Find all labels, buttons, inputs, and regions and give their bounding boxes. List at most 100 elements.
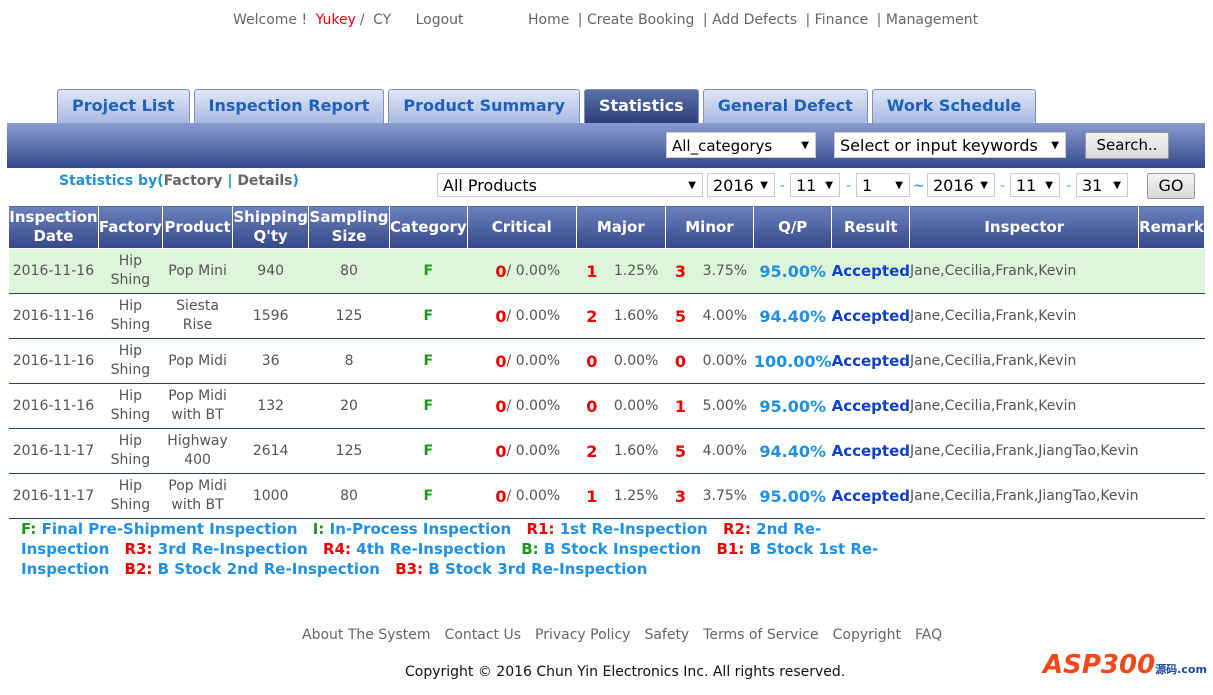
factory-link[interactable]: Factory [164, 173, 223, 189]
keyword-input[interactable]: Select or input keywords [834, 132, 1066, 159]
nav-management[interactable]: Management [886, 12, 978, 28]
footer-links: About The System Contact Us Privacy Policy… [302, 627, 956, 643]
dash: - [1000, 178, 1006, 194]
cell-majp: 0.00% [607, 383, 666, 429]
from-day-select[interactable]: 1 [856, 173, 910, 198]
cell-majp: 1.60% [607, 428, 666, 474]
column-header: Shipping Q'ty [232, 205, 310, 249]
nav-add-defects[interactable]: Add Defects [712, 12, 797, 28]
cell-crit: 0 [467, 248, 507, 294]
top-nav: Welcome ! Yukey / CY Logout Home | Create… [233, 12, 979, 28]
go-button[interactable]: GO [1147, 173, 1195, 199]
details-link[interactable]: Details [237, 173, 292, 189]
column-header: Factory [97, 205, 163, 249]
footer-link[interactable]: About The System [302, 627, 431, 643]
product-select[interactable]: All Products [437, 173, 703, 198]
cell-insp: Jane,Cecilia,Frank,Kevin [909, 248, 1139, 294]
cell-remark [1138, 293, 1205, 339]
column-header: Category [388, 205, 468, 249]
welcome-text: Welcome ! [233, 12, 308, 28]
to-day-select[interactable]: 31 [1076, 173, 1128, 198]
pipe: | [227, 173, 233, 189]
column-header: Inspector [909, 205, 1140, 249]
cell-qp: 94.40% [753, 293, 832, 339]
cell-size: 8 [308, 338, 390, 384]
statistics-table: Inspection Date Factory Product Shipping Q'… [8, 205, 1205, 519]
from-month-select[interactable]: 11 [790, 173, 840, 198]
cell-product: Highway 400 [162, 428, 233, 474]
cell-result[interactable]: Accepted [831, 473, 910, 519]
cell-maj: 2 [576, 428, 608, 474]
logout-link[interactable]: Logout [416, 12, 464, 28]
footer-link[interactable]: Safety [644, 627, 689, 643]
legend-text: B Stock Inspection [543, 540, 702, 558]
username[interactable]: Yukey [316, 12, 356, 28]
cell-result[interactable]: Accepted [831, 428, 910, 474]
legend-code: I: [312, 520, 325, 538]
footer-link[interactable]: Copyright [833, 627, 901, 643]
cell-insp: Jane,Cecilia,Frank,Kevin [909, 293, 1139, 339]
legend-code: F: [21, 520, 37, 538]
cell-result[interactable]: Accepted [831, 338, 910, 384]
footer-link[interactable]: FAQ [915, 627, 942, 643]
column-header: Remark [1138, 205, 1205, 249]
to-year-select[interactable]: 2016 [927, 173, 995, 198]
nav-create-booking[interactable]: Create Booking [587, 12, 694, 28]
cell-minp: 3.75% [695, 473, 754, 519]
cell-majp: 0.00% [607, 338, 666, 384]
cell-date: 2016-11-16 [8, 293, 99, 339]
cell-date: 2016-11-16 [8, 383, 99, 429]
cell-cat: F [389, 428, 468, 474]
footer-link[interactable]: Contact Us [445, 627, 521, 643]
cell-size: 80 [308, 473, 390, 519]
table-row[interactable]: 2016-11-16 Hip Shing Siesta Rise 1596 125 F 0/… [8, 293, 1205, 339]
cell-result[interactable]: Accepted [831, 293, 910, 339]
table-row[interactable]: 2016-11-16 Hip Shing Pop Midi 36 8 F 0/ 0.00% 0… [8, 338, 1205, 384]
to-month-select[interactable]: 11 [1010, 173, 1060, 198]
dash: - [846, 178, 852, 194]
legend-text: Final Pre-Shipment Inspection [41, 520, 298, 538]
cell-maj: 1 [576, 473, 608, 519]
asp300-logo: ASP300源码.com [1043, 650, 1207, 680]
nav-finance[interactable]: Finance [815, 12, 869, 28]
cell-qty: 940 [232, 248, 309, 294]
cell-size: 125 [308, 293, 390, 339]
tab-inspection-report[interactable]: Inspection Report [193, 89, 385, 123]
cell-cat: F [389, 383, 468, 429]
cell-result[interactable]: Accepted [831, 248, 910, 294]
cell-crit: 0 [467, 473, 507, 519]
tab-statistics[interactable]: Statistics [583, 89, 699, 123]
search-button[interactable]: Search.. [1085, 132, 1169, 159]
cell-qp: 94.40% [753, 428, 832, 474]
table-row[interactable]: 2016-11-16 Hip Shing Pop Midi with BT 132 20… [8, 383, 1205, 429]
tab-general-defect[interactable]: General Defect [702, 89, 868, 123]
category-select[interactable]: All_categorys [666, 132, 816, 159]
cell-critp: / 0.00% [506, 383, 577, 429]
tab-work-schedule[interactable]: Work Schedule [871, 89, 1037, 123]
from-year-select[interactable]: 2016 [707, 173, 775, 198]
tab-project-list[interactable]: Project List [57, 89, 190, 123]
cell-result[interactable]: Accepted [831, 383, 910, 429]
nav-home[interactable]: Home [528, 12, 569, 28]
cell-date: 2016-11-17 [8, 473, 99, 519]
cell-critp: / 0.00% [506, 428, 577, 474]
cell-crit: 0 [467, 428, 507, 474]
cell-crit: 0 [467, 293, 507, 339]
cell-qty: 2614 [232, 428, 309, 474]
cell-product: Pop Midi with BT [162, 473, 233, 519]
table-row[interactable]: 2016-11-17 Hip Shing Highway 400 2614 125 F 0/… [8, 428, 1205, 474]
cell-date: 2016-11-17 [8, 428, 99, 474]
footer-link[interactable]: Terms of Service [703, 627, 818, 643]
dash: - [1066, 178, 1072, 194]
cell-critp: / 0.00% [506, 338, 577, 384]
cell-minp: 3.75% [695, 248, 754, 294]
cell-insp: Jane,Cecilia,Frank,JiangTao,Kevin [909, 428, 1139, 474]
cell-size: 125 [308, 428, 390, 474]
tab-product-summary[interactable]: Product Summary [388, 89, 580, 123]
table-row[interactable]: 2016-11-16 Hip Shing Pop Mini 940 80 F 0/ 0.00… [8, 248, 1205, 294]
table-row[interactable]: 2016-11-17 Hip Shing Pop Midi with BT 1000 8… [8, 473, 1205, 519]
footer-link[interactable]: Privacy Policy [535, 627, 630, 643]
column-header: Q/P [753, 205, 833, 249]
copyright: Copyright © 2016 Chun Yin Electronics In… [405, 664, 846, 680]
cell-minp: 4.00% [695, 293, 754, 339]
